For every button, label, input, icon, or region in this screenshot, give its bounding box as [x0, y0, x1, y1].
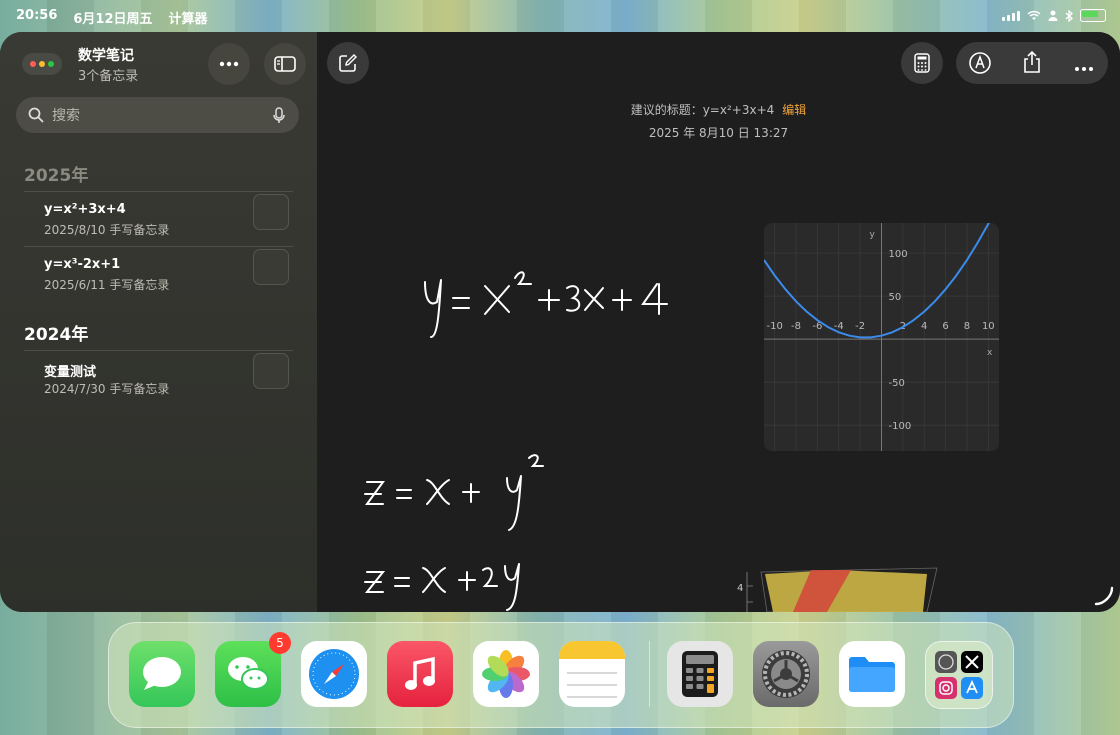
settings-app-icon[interactable] [753, 641, 819, 707]
notes-window: 数学笔记 3个备忘录 搜索 2025年 y=x²+3x+4 2025/8/10 … [0, 32, 1120, 612]
notification-badge: 5 [269, 632, 291, 654]
x-tick-label: 6 [942, 321, 948, 332]
x-tick-label: 10 [982, 321, 995, 332]
x-axis-label: x [987, 348, 993, 358]
share-icon [1024, 50, 1040, 73]
photos-app-icon[interactable] [473, 641, 539, 707]
note-meta: 2024/7/30 手写备忘录 [44, 382, 170, 396]
markup-button[interactable] [968, 51, 992, 79]
cellular-signal-icon [1002, 10, 1020, 21]
y-tick-label: 100 [889, 249, 908, 260]
divider [24, 246, 293, 247]
dock: 5 [108, 622, 1014, 728]
messages-app-icon[interactable] [129, 641, 195, 707]
note-count: 3个备忘录 [78, 69, 139, 84]
dock-separator [649, 641, 650, 707]
note-meta: 2025/8/10 手写备忘录 [44, 223, 170, 237]
status-app-name: 计算器 [168, 12, 208, 27]
handwritten-equation-2 [364, 454, 544, 531]
safari-app-icon[interactable] [301, 641, 367, 707]
note-list-item[interactable]: y=x³-2x+1 2025/6/11 手写备忘录 [24, 249, 293, 311]
y-axis-label: y [870, 230, 876, 240]
section-year-2024: 2024年 [24, 325, 89, 345]
x-tick-label: 8 [964, 321, 970, 332]
handwritten-equation-1 [424, 271, 668, 338]
search-field[interactable]: 搜索 [16, 97, 299, 133]
x-tick-label: 4 [921, 321, 927, 332]
ellipsis-icon [219, 61, 239, 67]
search-icon [28, 107, 44, 123]
note-list-item[interactable]: y=x²+3x+4 2025/8/10 手写备忘录 [24, 194, 293, 256]
section-year-2025: 2025年 [24, 166, 89, 186]
status-time: 20:56 [16, 8, 58, 23]
share-button[interactable] [1022, 50, 1042, 78]
calculator-icon [914, 53, 930, 73]
3d-axis-tick: 4 [737, 583, 743, 594]
search-placeholder: 搜索 [52, 108, 80, 124]
calculator-button[interactable] [901, 42, 943, 84]
x-tick-label: -10 [767, 321, 783, 332]
compose-button[interactable] [327, 42, 369, 84]
note-meta: 2025/6/11 手写备忘录 [44, 278, 170, 292]
sidebar: 数学笔记 3个备忘录 搜索 2025年 y=x²+3x+4 2025/8/10 … [0, 32, 317, 612]
x-tick-label: -2 [855, 321, 865, 332]
music-app-icon[interactable] [387, 641, 453, 707]
3d-plot[interactable]: 4 [727, 560, 957, 612]
divider [24, 191, 293, 192]
wechat-app-icon[interactable]: 5 [215, 632, 291, 707]
note-title: 变量测试 [44, 365, 97, 380]
bluetooth-icon [1065, 9, 1073, 22]
app-folder-icon[interactable] [925, 641, 993, 709]
microphone-icon[interactable] [273, 106, 285, 124]
compose-icon [339, 54, 357, 72]
handwritten-equation-3 [364, 563, 520, 611]
note-title: y=x³-2x+1 [44, 257, 121, 272]
note-timestamp: 2025 年 8月10 日 13:27 [648, 126, 789, 140]
y-tick-label: -50 [889, 378, 905, 389]
y-tick-label: -100 [889, 421, 912, 432]
status-date: 6月12日周五 [73, 12, 153, 27]
files-app-icon[interactable] [839, 641, 905, 707]
note-thumbnail [253, 353, 289, 389]
folder-title: 数学笔记 [78, 48, 134, 64]
wifi-icon [1027, 10, 1041, 20]
x-tick-label: -8 [791, 321, 801, 332]
toolbar-group [956, 42, 1108, 84]
divider [24, 350, 293, 351]
y-tick-label: 50 [889, 292, 902, 303]
notes-app-icon[interactable] [559, 641, 625, 707]
note-list-item[interactable]: 变量测试 2024/7/30 手写备忘录 [24, 353, 293, 415]
sidebar-icon [274, 56, 296, 72]
calculator-app-icon[interactable] [667, 641, 733, 707]
battery-icon [1080, 9, 1106, 22]
suggested-title-label: 建议的标题：y=x²+3x+4 [630, 103, 775, 117]
pen-tip-icon [969, 52, 991, 74]
note-canvas[interactable]: 建议的标题：y=x²+3x+4 编辑 2025 年 8月10 日 13:27 -… [317, 32, 1120, 612]
function-graph[interactable]: -10 -8 -6 -4 -2 2 4 6 8 1010050-50-100 x y [764, 223, 999, 451]
person-icon [1048, 10, 1058, 21]
status-bar: 20:56 6月12日周五 计算器 [0, 0, 1120, 32]
resize-handle-icon[interactable] [1094, 586, 1114, 606]
suggested-title: 建议的标题：y=x²+3x+4 编辑 [317, 101, 1120, 118]
more-button[interactable] [208, 43, 250, 85]
note-thumbnail [253, 194, 289, 230]
toggle-sidebar-button[interactable] [264, 43, 306, 85]
ellipsis-icon [1075, 67, 1093, 71]
note-thumbnail [253, 249, 289, 285]
note-title: y=x²+3x+4 [44, 202, 126, 217]
window-controls[interactable] [22, 53, 62, 75]
edit-title-link[interactable]: 编辑 [782, 103, 806, 117]
more-options-button[interactable] [1074, 57, 1094, 76]
